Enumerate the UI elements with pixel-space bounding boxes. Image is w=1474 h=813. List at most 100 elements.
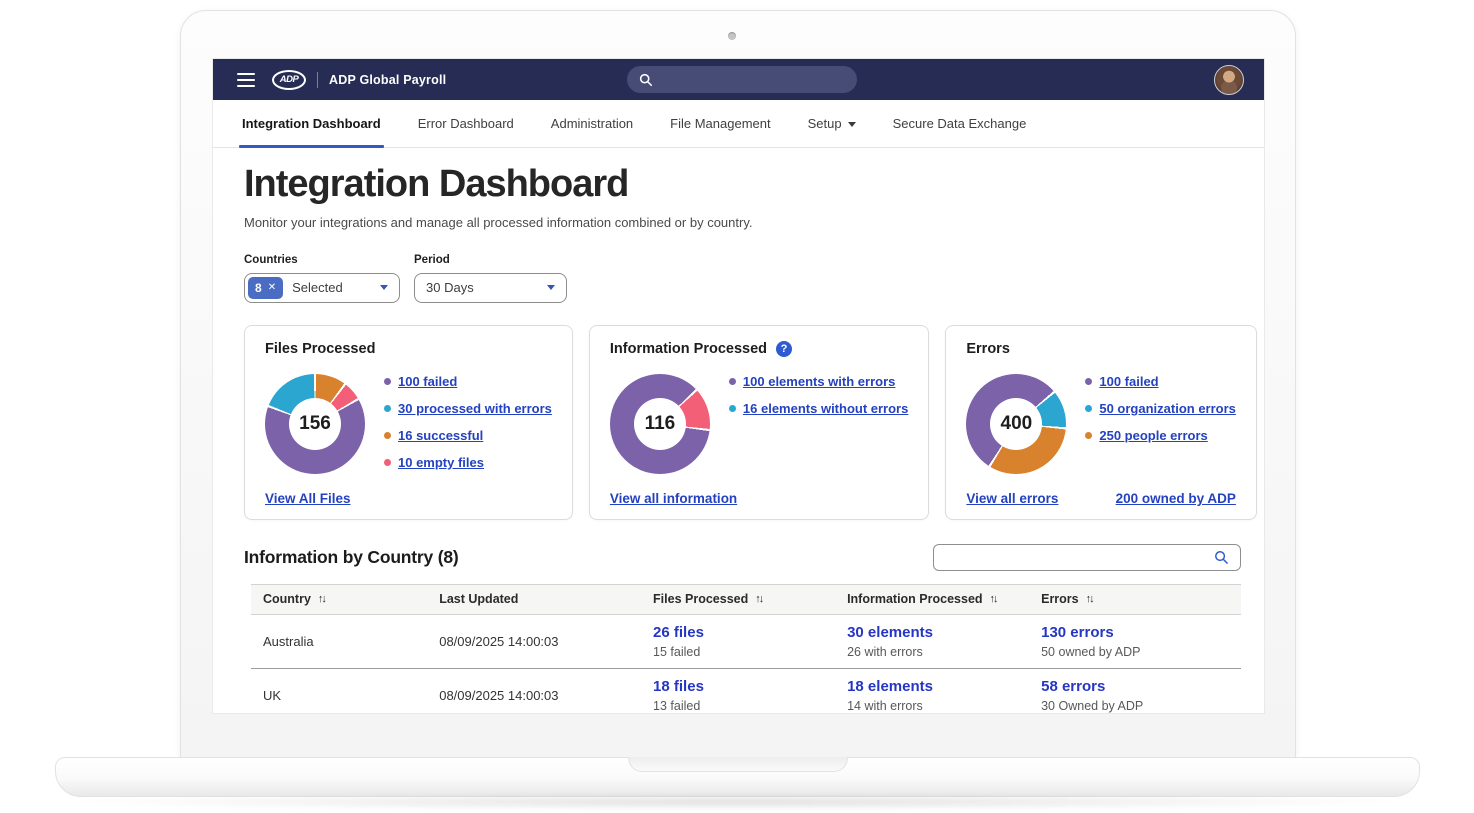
legend-link[interactable]: 10 empty files <box>398 455 484 470</box>
legend-dot <box>1085 405 1092 412</box>
files-sub: 13 failed <box>653 699 835 713</box>
countries-label: Countries <box>244 254 400 266</box>
legend-link[interactable]: 250 people errors <box>1099 428 1207 443</box>
files-link[interactable]: 18 files <box>653 678 704 695</box>
legend-dot <box>729 405 736 412</box>
col-last-updated: Last Updated <box>427 592 641 606</box>
period-select[interactable]: 30 Days <box>414 273 567 303</box>
sort-icon[interactable]: ↑↓ <box>990 593 997 605</box>
donut-total: 116 <box>634 398 686 450</box>
laptop-frame: ADP ADP Global Payroll Integration Dashb… <box>180 10 1296 758</box>
chevron-down-icon <box>547 285 555 290</box>
cell-last-updated: 08/09/2025 14:00:03 <box>427 634 641 649</box>
card-title: Errors <box>966 341 1010 357</box>
table-row: Australia 08/09/2025 14:00:03 26 files 1… <box>251 615 1241 669</box>
laptop-notch <box>628 757 848 772</box>
laptop-mockup: ADP ADP Global Payroll Integration Dashb… <box>0 0 1474 813</box>
elements-link[interactable]: 18 elements <box>847 678 933 695</box>
errors-link[interactable]: 130 errors <box>1041 624 1114 641</box>
table-search[interactable] <box>933 544 1241 571</box>
search-icon[interactable] <box>1214 550 1229 565</box>
legend-item: 16 elements without errors <box>729 401 908 416</box>
page-subtitle: Monitor your integrations and manage all… <box>244 215 1241 230</box>
countries-chip[interactable]: 8 ✕ <box>248 277 283 299</box>
col-information-processed: Information Processed ↑↓ <box>835 592 1029 606</box>
legend: 100 elements with errors 16 elements wit… <box>729 370 908 428</box>
legend-item: 100 failed <box>1085 374 1236 389</box>
view-all-information-link[interactable]: View all information <box>610 491 737 506</box>
top-nav: ADP ADP Global Payroll <box>213 59 1264 100</box>
country-table: Country ↑↓ Last Updated Files Processed … <box>251 584 1241 714</box>
sort-icon[interactable]: ↑↓ <box>755 593 762 605</box>
legend-item: 30 processed with errors <box>384 401 552 416</box>
view-all-files-link[interactable]: View All Files <box>265 491 351 506</box>
app-window: ADP ADP Global Payroll Integration Dashb… <box>212 58 1265 714</box>
legend-item: 10 empty files <box>384 455 552 470</box>
page-content: Integration Dashboard Monitor your integ… <box>213 148 1264 714</box>
legend-dot <box>384 405 391 412</box>
errors-card: Errors 400 100 failed <box>945 325 1257 520</box>
donut-total: 400 <box>990 398 1042 450</box>
legend-item: 100 failed <box>384 374 552 389</box>
help-icon[interactable]: ? <box>776 341 792 357</box>
chip-close-icon[interactable]: ✕ <box>268 282 276 293</box>
tab-administration[interactable]: Administration <box>551 100 633 147</box>
files-link[interactable]: 26 files <box>653 624 704 641</box>
col-country: Country ↑↓ <box>251 592 427 606</box>
donut-total: 156 <box>289 398 341 450</box>
elements-sub: 14 with errors <box>847 699 1029 713</box>
user-avatar[interactable] <box>1214 65 1244 95</box>
legend-link[interactable]: 16 successful <box>398 428 483 443</box>
tab-integration-dashboard[interactable]: Integration Dashboard <box>242 100 381 147</box>
owned-by-adp-link[interactable]: 200 owned by ADP <box>1116 491 1236 506</box>
table-search-input[interactable] <box>945 549 1214 565</box>
laptop-base <box>55 757 1420 797</box>
sort-icon[interactable]: ↑↓ <box>318 593 325 605</box>
countries-select[interactable]: 8 ✕ Selected <box>244 273 400 303</box>
product-name: ADP Global Payroll <box>329 73 446 87</box>
legend-dot <box>1085 378 1092 385</box>
card-title: Files Processed <box>265 341 375 357</box>
global-search-input[interactable] <box>661 72 845 88</box>
cell-information: 18 elements 14 with errors <box>835 678 1029 713</box>
legend-dot <box>384 459 391 466</box>
legend-item: 250 people errors <box>1085 428 1236 443</box>
legend-item: 50 organization errors <box>1085 401 1236 416</box>
legend-link[interactable]: 100 elements with errors <box>743 374 895 389</box>
legend-dot <box>384 432 391 439</box>
files-donut-chart: 156 <box>265 374 365 474</box>
tab-secure-data-exchange[interactable]: Secure Data Exchange <box>893 100 1027 147</box>
files-sub: 15 failed <box>653 645 835 659</box>
legend-link[interactable]: 16 elements without errors <box>743 401 908 416</box>
col-errors: Errors ↑↓ <box>1029 592 1241 606</box>
elements-link[interactable]: 30 elements <box>847 624 933 641</box>
legend-link[interactable]: 100 failed <box>398 374 457 389</box>
menu-icon[interactable] <box>237 73 255 87</box>
sort-icon[interactable]: ↑↓ <box>1086 593 1093 605</box>
webcam-dot <box>728 32 736 40</box>
errors-link[interactable]: 58 errors <box>1041 678 1105 695</box>
section-title: Information by Country (8) <box>244 547 459 568</box>
tab-error-dashboard[interactable]: Error Dashboard <box>418 100 514 147</box>
cell-files: 26 files 15 failed <box>641 624 835 659</box>
legend-dot <box>1085 432 1092 439</box>
tab-setup[interactable]: Setup <box>808 100 856 147</box>
view-all-errors-link[interactable]: View all errors <box>966 491 1058 506</box>
cell-errors: 130 errors 50 owned by ADP <box>1029 624 1241 659</box>
country-section-header: Information by Country (8) <box>244 544 1241 571</box>
adp-logo: ADP <box>272 70 306 90</box>
legend-link[interactable]: 50 organization errors <box>1099 401 1236 416</box>
countries-value: Selected <box>292 280 343 295</box>
cell-files: 18 files 13 failed <box>641 678 835 713</box>
tab-bar: Integration Dashboard Error Dashboard Ad… <box>213 100 1264 148</box>
nav-divider <box>317 72 318 88</box>
global-search[interactable] <box>627 66 857 93</box>
search-icon <box>639 73 653 87</box>
legend: 100 failed 30 processed with errors 16 s… <box>384 370 552 482</box>
legend-link[interactable]: 100 failed <box>1099 374 1158 389</box>
errors-donut-chart: 400 <box>966 374 1066 474</box>
tab-file-management[interactable]: File Management <box>670 100 770 147</box>
legend-link[interactable]: 30 processed with errors <box>398 401 552 416</box>
countries-filter: Countries 8 ✕ Selected <box>244 254 400 303</box>
information-processed-card: Information Processed ? 116 100 elements… <box>589 325 929 520</box>
